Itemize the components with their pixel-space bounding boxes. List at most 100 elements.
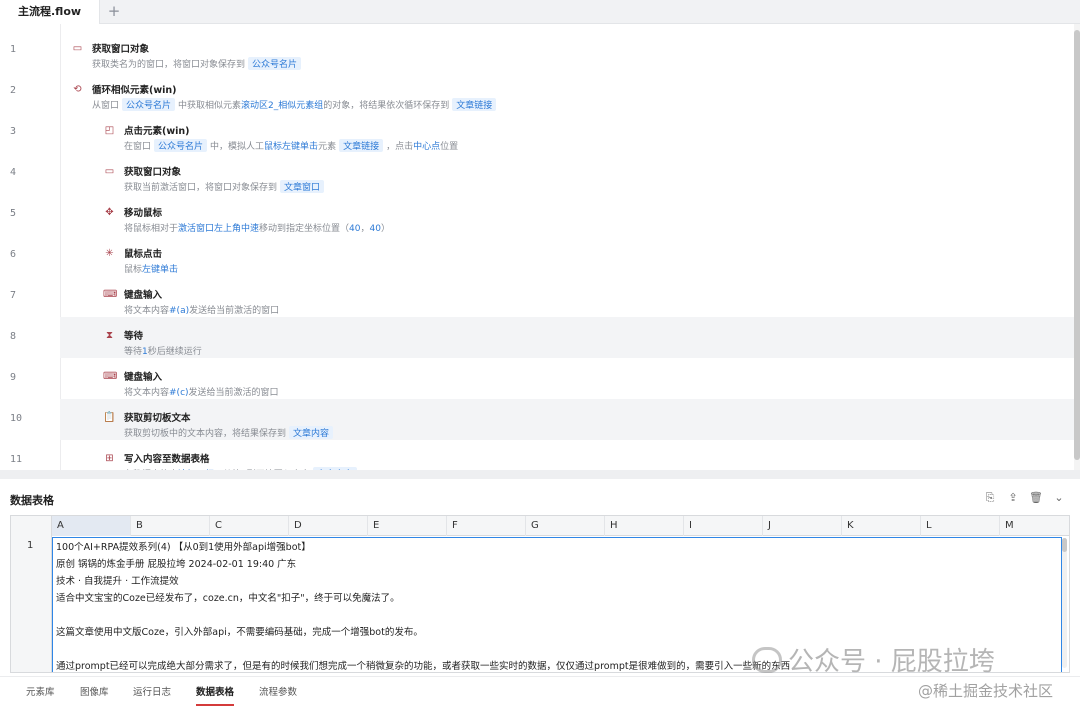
flow-step[interactable]: 4 ▭ 获取窗口对象 获取当前激活窗口，将窗口对象保存到 文章窗口 — [0, 153, 1074, 194]
description-text: 中获取相似元素 — [178, 101, 242, 111]
flow-step[interactable]: 2 ⟲ 循环相似元素(win) 从窗口 公众号名片 中获取相似元素滚动区2_相似元素组的对… — [0, 71, 1074, 112]
variable-tag[interactable]: 文章窗口 — [280, 180, 325, 193]
chevron-down-icon[interactable]: ⌄ — [1052, 491, 1066, 505]
line-number: 9 — [10, 372, 17, 383]
flow-step[interactable]: 8 ⧗ 等待 等待1秒后继续运行 — [10, 317, 1074, 358]
trash-icon[interactable]: 🗑 — [1029, 491, 1043, 505]
flow-step[interactable]: 9 ⌨ 键盘输入 将文本内容#(c)发送给当前激活的窗口 — [0, 358, 1074, 399]
description-text: 等待 — [124, 347, 143, 357]
variable-tag[interactable]: 文章链接 — [452, 98, 497, 111]
parameter-link[interactable]: 中心点 — [413, 142, 440, 152]
flow-step[interactable]: 6 ✳ 鼠标点击 鼠标左键单击 — [0, 235, 1074, 276]
grid-scrollbar[interactable] — [1062, 538, 1067, 668]
description-text: 的对象，将结果依次循环保存到 — [323, 101, 450, 111]
flow-step[interactable]: 11⊞写入内容至数据表格在数据表格中追加一行，从第1列开始写入内容文章内容 — [0, 440, 1074, 470]
column-header[interactable]: F — [447, 516, 526, 536]
cell-text-line: 100个AI+RPA提效系列(4) 【从0到1使用外部api增强bot】 — [56, 542, 311, 553]
click-element-icon: ◰ — [104, 125, 115, 136]
column-header[interactable]: G — [526, 516, 605, 536]
description-text: 从窗口 — [92, 101, 120, 111]
cell-text-line: 这篇文章使用中文版Coze，引入外部api，不需要编码基础，完成一个增强bot的… — [56, 627, 423, 638]
flow-scrollbar[interactable] — [1074, 24, 1080, 470]
tab-main-flow[interactable]: 主流程.flow — [0, 0, 101, 24]
description-text: ） — [380, 224, 390, 234]
cell-text-line — [56, 607, 1058, 624]
column-header[interactable]: K — [842, 516, 921, 536]
juejin-watermark: @稀土掘金技术社区 — [918, 682, 1054, 700]
step-title: 鼠标点击 — [124, 249, 163, 260]
parameter-link[interactable]: 滚动区2_相似元素组 — [241, 101, 323, 111]
description-text: 获取剪切板中的文本内容，将结果保存到 — [124, 429, 287, 439]
description-text: 获取当前激活窗口，将窗口对象保存到 — [124, 183, 278, 193]
column-header[interactable]: I — [684, 516, 763, 536]
step-description: 将文本内容#(a)发送给当前激活的窗口 — [124, 303, 279, 316]
bottom-tab[interactable]: 元素库 — [26, 684, 55, 698]
step-title: 键盘输入 — [124, 372, 163, 383]
flow-step[interactable]: 5 ✥ 移动鼠标 将鼠标相对于激活窗口左上角中速移动到指定坐标位置（40，40） — [0, 194, 1074, 235]
variable-tag[interactable]: 公众号名片 — [122, 98, 176, 111]
column-header[interactable]: C — [210, 516, 289, 536]
add-tab-button[interactable]: + — [100, 0, 128, 24]
variable-tag[interactable]: 公众号名片 — [154, 139, 208, 152]
variable-tag[interactable]: 公众号名片 — [248, 57, 302, 70]
panel-splitter[interactable] — [0, 470, 1080, 479]
description-text: 位置 — [440, 142, 459, 152]
line-number: 5 — [10, 208, 17, 219]
parameter-link[interactable]: #(a) — [169, 306, 189, 316]
step-title: 获取窗口对象 — [92, 44, 150, 55]
column-header[interactable]: B — [131, 516, 210, 536]
parameter-link[interactable]: 40 — [370, 224, 381, 234]
step-title: 等待 — [124, 331, 144, 342]
description-text: 将文本内容 — [124, 306, 170, 316]
wechat-watermark: 公众号 · 屁股拉垮 — [752, 641, 995, 678]
column-header[interactable]: J — [763, 516, 842, 536]
loop-icon: ⟲ — [73, 84, 82, 95]
flow-step[interactable]: 3 ◰ 点击元素(win) 在窗口 公众号名片 中，模拟人工鼠标左键单击元素 文章链接 ，点击… — [0, 112, 1074, 153]
move-mouse-icon: ✥ — [105, 207, 114, 218]
import-icon[interactable]: ⇪ — [1006, 491, 1020, 505]
description-text: ，点击 — [386, 142, 414, 152]
line-number: 11 — [10, 454, 23, 465]
grid-scroll-thumb[interactable] — [1062, 538, 1067, 552]
parameter-link[interactable]: 左键单击 — [142, 265, 178, 275]
line-number: 8 — [10, 331, 17, 342]
flow-step[interactable]: 1 ▭ 获取窗口对象获取类名为的窗口，将窗口对象保存到 公众号名片 — [0, 30, 1074, 71]
row-number[interactable]: 1 — [27, 540, 33, 551]
bottom-tab[interactable]: 运行日志 — [133, 684, 171, 698]
column-header[interactable]: E — [368, 516, 447, 536]
step-title: 获取剪切板文本 — [124, 413, 191, 424]
export-icon[interactable]: ⎘ — [983, 491, 997, 505]
tab-bar: 主流程.flow + — [0, 0, 1080, 24]
window-icon: ▭ — [72, 43, 83, 54]
column-header[interactable]: A — [52, 516, 131, 536]
variable-tag[interactable]: 文章链接 — [339, 139, 384, 152]
column-header[interactable]: M — [1000, 516, 1069, 536]
step-title: 循环相似元素(win) — [92, 85, 177, 96]
description-text: 发送给当前激活的窗口 — [188, 388, 279, 398]
column-header[interactable]: L — [921, 516, 1000, 536]
line-number: 1 — [10, 44, 17, 55]
column-header[interactable]: H — [605, 516, 684, 536]
bottom-tab[interactable]: 图像库 — [80, 684, 109, 698]
step-description: 将文本内容#(c)发送给当前激活的窗口 — [124, 385, 279, 398]
line-number: 4 — [10, 167, 17, 178]
variable-tag[interactable]: 文章内容 — [289, 426, 334, 439]
parameter-link[interactable]: 40 — [349, 224, 360, 234]
parameter-link[interactable]: #(c) — [169, 388, 189, 398]
flow-step[interactable]: 7 ⌨ 键盘输入 将文本内容#(a)发送给当前激活的窗口 — [0, 276, 1074, 317]
step-title: 点击元素(win) — [124, 126, 190, 137]
step-description: 鼠标左键单击 — [124, 262, 178, 275]
step-title: 键盘输入 — [124, 290, 163, 301]
flow-scroll-thumb[interactable] — [1074, 30, 1080, 460]
parameter-link[interactable]: 鼠标左键单击 — [264, 142, 318, 152]
keyboard-icon: ⌨ — [103, 289, 118, 300]
bottom-tab[interactable]: 数据表格 — [196, 684, 234, 698]
write-table-icon: ⊞ — [105, 453, 114, 464]
bottom-tab[interactable]: 流程参数 — [259, 684, 297, 698]
grid-corner[interactable] — [11, 516, 52, 536]
column-header[interactable]: D — [289, 516, 368, 536]
parameter-link[interactable]: 激活窗口左上角中速 — [178, 224, 259, 234]
description-text: 获取类名为的窗口，将窗口对象保存到 — [92, 60, 246, 70]
flow-step[interactable]: 10 📋 获取剪切板文本 获取剪切板中的文本内容，将结果保存到 文章内容 — [10, 399, 1074, 440]
description-text: ， — [360, 224, 370, 234]
